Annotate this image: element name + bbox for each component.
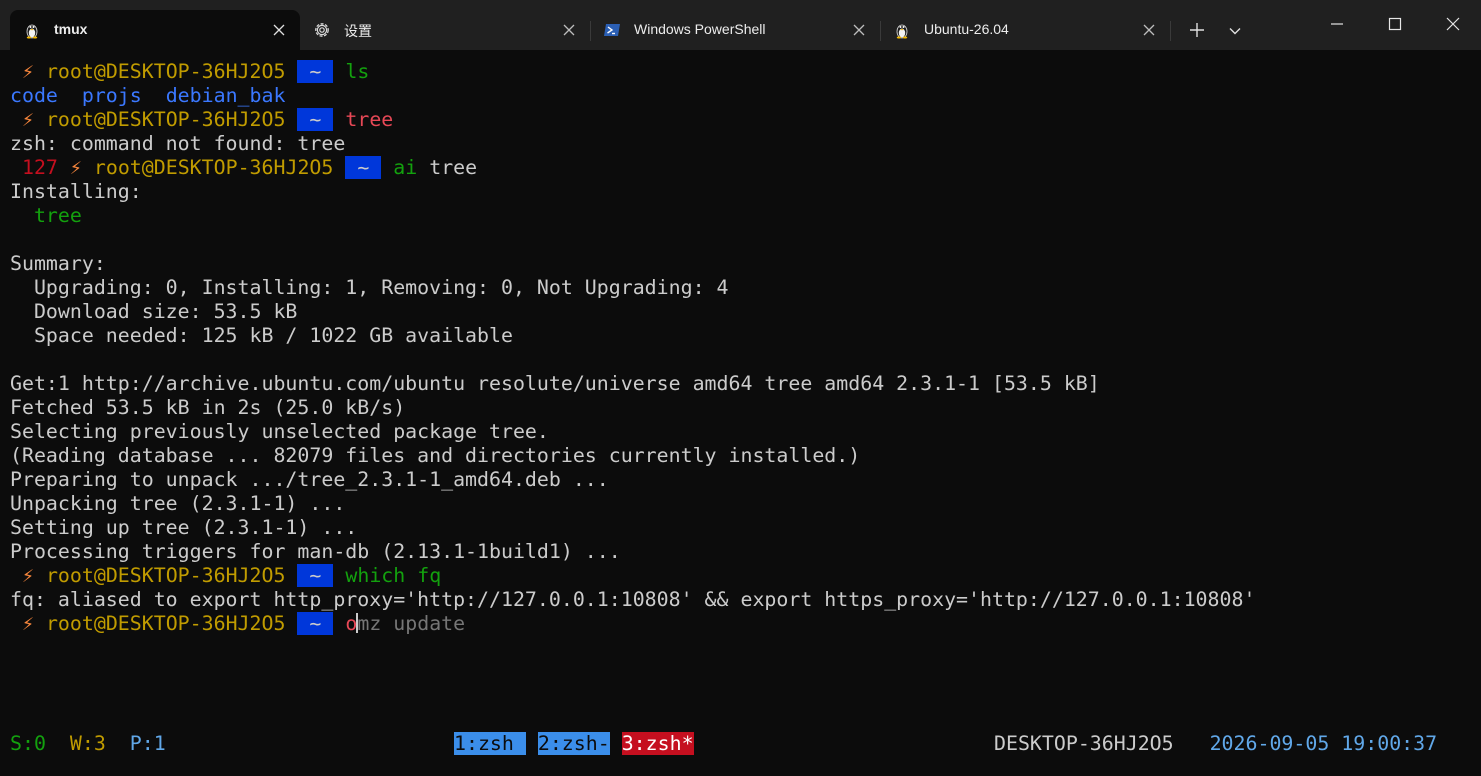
output-line: Installing:	[10, 180, 142, 203]
prompt-dir: ~	[345, 156, 382, 179]
prompt-line: ⚡ root@DESKTOP-36HJ2O5 ~ tree	[10, 108, 393, 132]
status-host: DESKTOP-36HJ2O5	[994, 732, 1174, 755]
tab-separator	[1170, 21, 1171, 41]
command-text: ai	[393, 156, 418, 179]
close-icon[interactable]	[852, 23, 866, 37]
output-line: Fetched 53.5 kB in 2s (25.0 kB/s)	[10, 396, 406, 419]
status-session: S:0	[10, 732, 46, 755]
bolt-icon: ⚡	[69, 156, 82, 179]
status-pane: P:1	[129, 732, 166, 755]
output-line: Preparing to unpack .../tree_2.3.1-1_amd…	[10, 468, 609, 491]
prompt-dir-text: ~	[345, 156, 382, 179]
command-arg: tree	[429, 156, 478, 179]
prompt-dir-text: ~	[297, 108, 334, 131]
output-line: (Reading database ... 82079 files and di…	[10, 444, 861, 467]
bolt-icon: ⚡	[21, 564, 34, 587]
tab-settings[interactable]: 设置	[300, 10, 590, 50]
prompt-dir-text: ~	[297, 564, 334, 587]
prompt-line: ⚡ root@DESKTOP-36HJ2O5 ~ ls	[10, 60, 369, 84]
output-line: Selecting previously unselected package …	[10, 420, 549, 443]
summary-text: Space needed: 125 kB / 1022 GB available	[33, 324, 513, 347]
tmux-window-2[interactable]: 2:zsh-	[537, 732, 610, 755]
tab-label: Ubuntu-26.04	[924, 21, 1009, 37]
summary-text: Download size: 53.5 kB	[33, 300, 298, 323]
output-line: Download size: 53.5 kB	[10, 300, 297, 324]
maximize-icon[interactable]	[1383, 12, 1407, 36]
close-icon[interactable]	[562, 23, 576, 37]
powershell-icon	[604, 24, 620, 36]
prompt-line: 127 ⚡ root@DESKTOP-36HJ2O5 ~ ai tree	[10, 156, 477, 180]
prompt-dir-text: ~	[297, 60, 334, 83]
command-text: which fq	[345, 564, 442, 587]
tmux-window-1[interactable]: 1:zsh	[454, 732, 526, 755]
linux-penguin-icon	[896, 24, 908, 39]
output-line: Summary:	[10, 252, 106, 275]
tab-tmux[interactable]: tmux	[10, 10, 300, 50]
tab-label: tmux	[54, 21, 88, 37]
autosuggestion: mz update	[357, 612, 466, 635]
output-line: Processing triggers for man-db (2.13.1-1…	[10, 540, 621, 563]
prompt-user-host: root@DESKTOP-36HJ2O5	[45, 612, 286, 635]
title-bar: tmux 设置 Windows PowerShell Ubuntu-26.04	[0, 0, 1481, 50]
dir-entry: projs	[81, 84, 142, 107]
new-tab-plus-icon[interactable]	[1187, 20, 1207, 40]
output-line: Upgrading: 0, Installing: 1, Removing: 0…	[10, 276, 729, 300]
tab-label: 设置	[344, 23, 372, 39]
output-line: tree	[10, 204, 82, 228]
prompt-user-host: root@DESKTOP-36HJ2O5	[45, 564, 286, 587]
close-window-icon[interactable]	[1441, 12, 1465, 36]
prompt-user-host: root@DESKTOP-36HJ2O5	[45, 60, 286, 83]
error-output: zsh: command not found: tree	[10, 132, 346, 155]
command-text: tree	[345, 108, 394, 131]
minimize-icon[interactable]	[1325, 12, 1349, 36]
output-line: Setting up tree (2.3.1-1) ...	[10, 516, 358, 539]
exit-code: 127	[21, 156, 58, 179]
prompt-dir: ~	[297, 108, 334, 131]
tmux-window-list: 1:zsh 2:zsh- 3:zsh*	[454, 732, 694, 756]
bolt-icon: ⚡	[21, 108, 34, 131]
current-prompt-line[interactable]: ⚡ root@DESKTOP-36HJ2O5 ~ omz update	[10, 612, 465, 636]
close-icon[interactable]	[1142, 23, 1156, 37]
status-datetime: 2026-09-05 19:00:37	[1209, 732, 1438, 755]
summary-text: Upgrading: 0, Installing: 1, Removing: 0…	[33, 276, 729, 299]
prompt-dir: ~	[297, 612, 334, 635]
status-window: W:3	[69, 732, 106, 755]
tab-label: Windows PowerShell	[634, 21, 766, 37]
ls-output: code projs debian_bak	[10, 84, 285, 108]
dir-entry: code	[10, 84, 58, 107]
bolt-icon: ⚡	[21, 612, 34, 635]
prompt-dir: ~	[297, 60, 334, 83]
prompt-line: ⚡ root@DESKTOP-36HJ2O5 ~ which fq	[10, 564, 441, 588]
prompt-dir-text: ~	[297, 612, 334, 635]
prompt-user-host: root@DESKTOP-36HJ2O5	[93, 156, 334, 179]
dir-entry: debian_bak	[165, 84, 286, 107]
output-line: Space needed: 125 kB / 1022 GB available	[10, 324, 513, 348]
prompt-dir: ~	[297, 564, 334, 587]
output-line: Unpacking tree (2.3.1-1) ...	[10, 492, 346, 515]
prompt-user-host: root@DESKTOP-36HJ2O5	[45, 108, 286, 131]
close-icon[interactable]	[272, 23, 286, 37]
output-line: fq: aliased to export http_proxy='http:/…	[10, 588, 1256, 611]
tab-ubuntu[interactable]: Ubuntu-26.04	[880, 10, 1170, 50]
bolt-icon: ⚡	[21, 60, 34, 83]
command-text: ls	[345, 60, 370, 83]
chevron-down-icon[interactable]	[1225, 21, 1245, 41]
tab-powershell[interactable]: Windows PowerShell	[590, 10, 880, 50]
tmux-window-3[interactable]: 3:zsh*	[621, 732, 694, 755]
gear-icon	[315, 23, 329, 37]
tmux-status-bar: S:0 W:3 P:1	[10, 732, 166, 756]
linux-penguin-icon	[26, 24, 38, 39]
output-line: Get:1 http://archive.ubuntu.com/ubuntu r…	[10, 372, 1100, 395]
tmux-status-right: DESKTOP-36HJ2O5 2026-09-05 19:00:37	[994, 732, 1437, 756]
package-name: tree	[33, 204, 82, 227]
